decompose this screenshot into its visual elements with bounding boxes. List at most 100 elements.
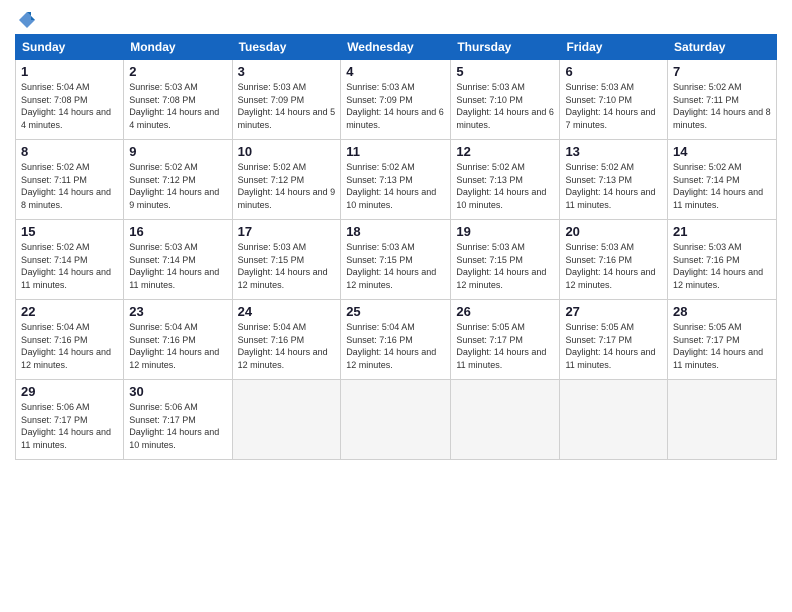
calendar-table: SundayMondayTuesdayWednesdayThursdayFrid… <box>15 34 777 460</box>
day-cell: 21 Sunrise: 5:03 AMSunset: 7:16 PMDaylig… <box>668 220 777 300</box>
day-cell: 24 Sunrise: 5:04 AMSunset: 7:16 PMDaylig… <box>232 300 341 380</box>
day-cell: 9 Sunrise: 5:02 AMSunset: 7:12 PMDayligh… <box>124 140 232 220</box>
week-row-2: 15 Sunrise: 5:02 AMSunset: 7:14 PMDaylig… <box>16 220 777 300</box>
day-number: 21 <box>673 224 771 239</box>
day-number: 17 <box>238 224 336 239</box>
day-info: Sunrise: 5:03 AMSunset: 7:08 PMDaylight:… <box>129 81 226 131</box>
day-cell: 16 Sunrise: 5:03 AMSunset: 7:14 PMDaylig… <box>124 220 232 300</box>
day-info: Sunrise: 5:05 AMSunset: 7:17 PMDaylight:… <box>565 321 662 371</box>
day-number: 12 <box>456 144 554 159</box>
day-cell: 29 Sunrise: 5:06 AMSunset: 7:17 PMDaylig… <box>16 380 124 460</box>
day-cell: 3 Sunrise: 5:03 AMSunset: 7:09 PMDayligh… <box>232 60 341 140</box>
day-cell: 22 Sunrise: 5:04 AMSunset: 7:16 PMDaylig… <box>16 300 124 380</box>
header-monday: Monday <box>124 35 232 60</box>
day-cell: 15 Sunrise: 5:02 AMSunset: 7:14 PMDaylig… <box>16 220 124 300</box>
day-info: Sunrise: 5:05 AMSunset: 7:17 PMDaylight:… <box>456 321 554 371</box>
day-info: Sunrise: 5:06 AMSunset: 7:17 PMDaylight:… <box>129 401 226 451</box>
day-number: 29 <box>21 384 118 399</box>
day-cell: 5 Sunrise: 5:03 AMSunset: 7:10 PMDayligh… <box>451 60 560 140</box>
header-wednesday: Wednesday <box>341 35 451 60</box>
day-number: 28 <box>673 304 771 319</box>
day-info: Sunrise: 5:02 AMSunset: 7:13 PMDaylight:… <box>346 161 445 211</box>
day-info: Sunrise: 5:04 AMSunset: 7:16 PMDaylight:… <box>21 321 118 371</box>
day-number: 14 <box>673 144 771 159</box>
day-info: Sunrise: 5:06 AMSunset: 7:17 PMDaylight:… <box>21 401 118 451</box>
day-number: 27 <box>565 304 662 319</box>
logo <box>15 10 37 26</box>
day-cell: 27 Sunrise: 5:05 AMSunset: 7:17 PMDaylig… <box>560 300 668 380</box>
day-info: Sunrise: 5:03 AMSunset: 7:16 PMDaylight:… <box>565 241 662 291</box>
header-sunday: Sunday <box>16 35 124 60</box>
day-info: Sunrise: 5:02 AMSunset: 7:13 PMDaylight:… <box>565 161 662 211</box>
day-info: Sunrise: 5:03 AMSunset: 7:16 PMDaylight:… <box>673 241 771 291</box>
day-number: 4 <box>346 64 445 79</box>
day-number: 26 <box>456 304 554 319</box>
day-info: Sunrise: 5:04 AMSunset: 7:16 PMDaylight:… <box>346 321 445 371</box>
day-number: 11 <box>346 144 445 159</box>
day-number: 23 <box>129 304 226 319</box>
day-cell: 19 Sunrise: 5:03 AMSunset: 7:15 PMDaylig… <box>451 220 560 300</box>
day-info: Sunrise: 5:02 AMSunset: 7:14 PMDaylight:… <box>21 241 118 291</box>
day-cell: 2 Sunrise: 5:03 AMSunset: 7:08 PMDayligh… <box>124 60 232 140</box>
day-number: 6 <box>565 64 662 79</box>
day-info: Sunrise: 5:03 AMSunset: 7:15 PMDaylight:… <box>238 241 336 291</box>
day-info: Sunrise: 5:04 AMSunset: 7:16 PMDaylight:… <box>129 321 226 371</box>
day-info: Sunrise: 5:03 AMSunset: 7:15 PMDaylight:… <box>346 241 445 291</box>
day-number: 18 <box>346 224 445 239</box>
day-info: Sunrise: 5:03 AMSunset: 7:10 PMDaylight:… <box>565 81 662 131</box>
day-info: Sunrise: 5:02 AMSunset: 7:12 PMDaylight:… <box>129 161 226 211</box>
day-number: 19 <box>456 224 554 239</box>
logo-icon <box>17 10 37 30</box>
day-number: 13 <box>565 144 662 159</box>
header <box>15 10 777 26</box>
day-number: 16 <box>129 224 226 239</box>
week-row-3: 22 Sunrise: 5:04 AMSunset: 7:16 PMDaylig… <box>16 300 777 380</box>
day-cell: 10 Sunrise: 5:02 AMSunset: 7:12 PMDaylig… <box>232 140 341 220</box>
day-cell: 12 Sunrise: 5:02 AMSunset: 7:13 PMDaylig… <box>451 140 560 220</box>
week-row-4: 29 Sunrise: 5:06 AMSunset: 7:17 PMDaylig… <box>16 380 777 460</box>
day-number: 10 <box>238 144 336 159</box>
day-cell: 14 Sunrise: 5:02 AMSunset: 7:14 PMDaylig… <box>668 140 777 220</box>
day-number: 30 <box>129 384 226 399</box>
day-info: Sunrise: 5:02 AMSunset: 7:13 PMDaylight:… <box>456 161 554 211</box>
day-info: Sunrise: 5:03 AMSunset: 7:10 PMDaylight:… <box>456 81 554 131</box>
header-saturday: Saturday <box>668 35 777 60</box>
week-row-1: 8 Sunrise: 5:02 AMSunset: 7:11 PMDayligh… <box>16 140 777 220</box>
day-cell <box>451 380 560 460</box>
day-cell: 4 Sunrise: 5:03 AMSunset: 7:09 PMDayligh… <box>341 60 451 140</box>
day-info: Sunrise: 5:04 AMSunset: 7:08 PMDaylight:… <box>21 81 118 131</box>
day-number: 22 <box>21 304 118 319</box>
day-info: Sunrise: 5:03 AMSunset: 7:09 PMDaylight:… <box>238 81 336 131</box>
day-cell: 7 Sunrise: 5:02 AMSunset: 7:11 PMDayligh… <box>668 60 777 140</box>
day-number: 5 <box>456 64 554 79</box>
day-cell <box>341 380 451 460</box>
day-cell: 25 Sunrise: 5:04 AMSunset: 7:16 PMDaylig… <box>341 300 451 380</box>
day-info: Sunrise: 5:03 AMSunset: 7:15 PMDaylight:… <box>456 241 554 291</box>
day-cell: 8 Sunrise: 5:02 AMSunset: 7:11 PMDayligh… <box>16 140 124 220</box>
day-cell: 23 Sunrise: 5:04 AMSunset: 7:16 PMDaylig… <box>124 300 232 380</box>
day-info: Sunrise: 5:03 AMSunset: 7:09 PMDaylight:… <box>346 81 445 131</box>
header-tuesday: Tuesday <box>232 35 341 60</box>
day-cell: 28 Sunrise: 5:05 AMSunset: 7:17 PMDaylig… <box>668 300 777 380</box>
header-thursday: Thursday <box>451 35 560 60</box>
day-info: Sunrise: 5:02 AMSunset: 7:11 PMDaylight:… <box>673 81 771 131</box>
day-cell: 17 Sunrise: 5:03 AMSunset: 7:15 PMDaylig… <box>232 220 341 300</box>
day-info: Sunrise: 5:02 AMSunset: 7:12 PMDaylight:… <box>238 161 336 211</box>
day-number: 25 <box>346 304 445 319</box>
day-cell <box>560 380 668 460</box>
calendar-header-row: SundayMondayTuesdayWednesdayThursdayFrid… <box>16 35 777 60</box>
day-info: Sunrise: 5:04 AMSunset: 7:16 PMDaylight:… <box>238 321 336 371</box>
day-cell: 18 Sunrise: 5:03 AMSunset: 7:15 PMDaylig… <box>341 220 451 300</box>
day-info: Sunrise: 5:02 AMSunset: 7:11 PMDaylight:… <box>21 161 118 211</box>
day-info: Sunrise: 5:02 AMSunset: 7:14 PMDaylight:… <box>673 161 771 211</box>
day-number: 8 <box>21 144 118 159</box>
header-friday: Friday <box>560 35 668 60</box>
day-cell <box>668 380 777 460</box>
week-row-0: 1 Sunrise: 5:04 AMSunset: 7:08 PMDayligh… <box>16 60 777 140</box>
day-cell: 1 Sunrise: 5:04 AMSunset: 7:08 PMDayligh… <box>16 60 124 140</box>
day-number: 9 <box>129 144 226 159</box>
day-cell: 20 Sunrise: 5:03 AMSunset: 7:16 PMDaylig… <box>560 220 668 300</box>
day-number: 1 <box>21 64 118 79</box>
day-cell: 6 Sunrise: 5:03 AMSunset: 7:10 PMDayligh… <box>560 60 668 140</box>
day-number: 24 <box>238 304 336 319</box>
